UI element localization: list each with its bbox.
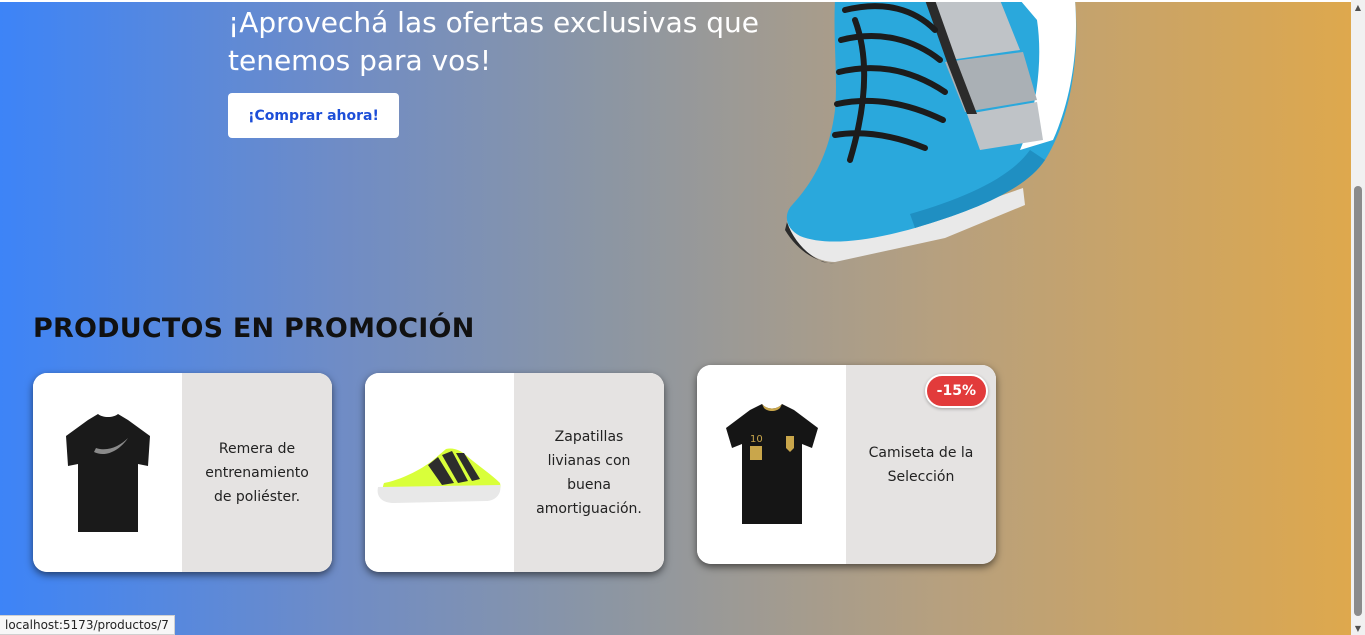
- promo-section-title: PRODUCTOS EN PROMOCIÓN: [33, 313, 475, 344]
- product-image: [365, 373, 514, 572]
- buy-now-button[interactable]: ¡Comprar ahora!: [228, 93, 399, 138]
- product-description: Zapatillas livianas con buena amortiguac…: [514, 373, 664, 572]
- status-bar-url: localhost:5173/productos/7: [0, 615, 175, 635]
- product-image: [33, 373, 182, 572]
- product-description: Remera de entrenamiento de poliéster.: [182, 373, 332, 572]
- scroll-down-arrow-icon[interactable]: ▼: [1351, 621, 1365, 635]
- scrollbar-thumb[interactable]: [1354, 186, 1362, 616]
- svg-text:10: 10: [750, 434, 763, 445]
- black-tshirt-icon: [65, 413, 150, 532]
- hero-title: ¡Aprovechá las ofertas exclusivas que te…: [228, 6, 760, 77]
- page-background: ¡Aprovechá las ofertas exclusivas que te…: [0, 2, 1351, 635]
- hero-sneaker-image: [785, 2, 1077, 264]
- product-card-jersey[interactable]: 10 Camiseta de la Selección -15%: [697, 365, 996, 564]
- black-jersey-icon: 10: [725, 403, 818, 524]
- scroll-up-arrow-icon[interactable]: ▲: [1351, 0, 1365, 14]
- vertical-scrollbar[interactable]: ▲ ▼: [1351, 0, 1365, 635]
- product-card-sneakers[interactable]: Zapatillas livianas con buena amortiguac…: [365, 373, 664, 572]
- discount-badge: -15%: [924, 374, 988, 408]
- neon-sneaker-icon: [377, 447, 500, 503]
- product-card-tshirt[interactable]: Remera de entrenamiento de poliéster.: [33, 373, 332, 572]
- product-image: 10: [697, 365, 846, 564]
